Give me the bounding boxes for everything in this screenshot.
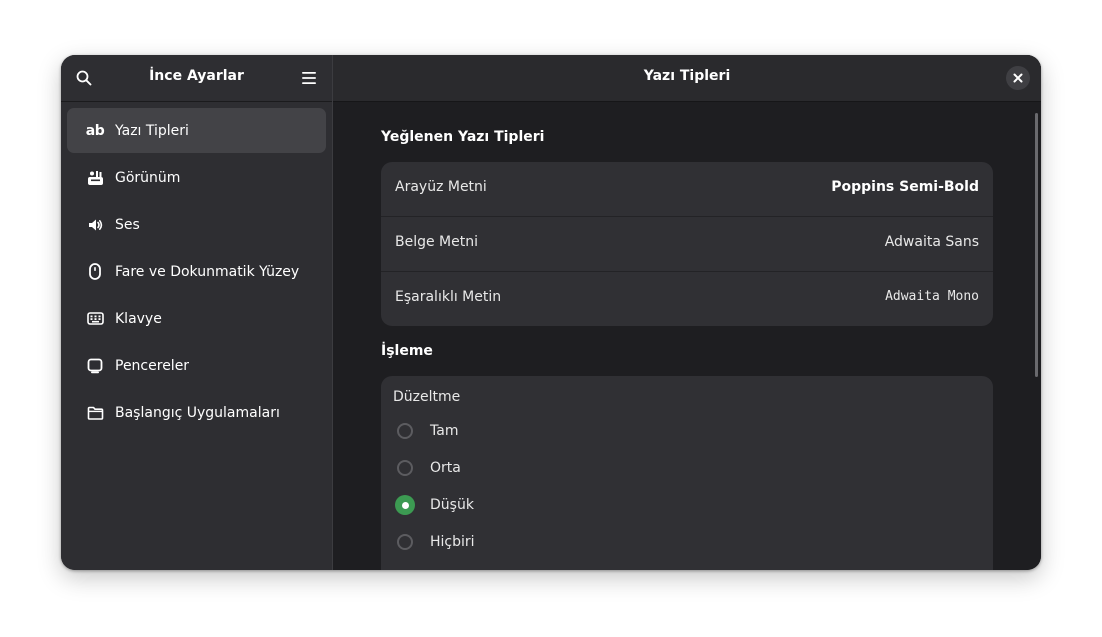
sidebar-title: İnce Ayarlar — [149, 68, 244, 84]
document-text-value: Adwaita Sans — [884, 234, 979, 250]
main-content: Yazı Tipleri Yeğlenen Yazı Tipleri Arayü… — [333, 55, 1041, 570]
radio-label: Düşük — [430, 497, 474, 513]
app-window: İnce Ayarlar ab Yazı Tipleri Görünüm Ses… — [61, 55, 1041, 570]
sidebar-item-appearance[interactable]: Görünüm — [67, 155, 326, 200]
scrollbar[interactable] — [1035, 113, 1038, 377]
font-ab-icon: ab — [85, 122, 105, 139]
hamburger-menu-icon — [301, 71, 317, 85]
radio-button-checked[interactable] — [395, 495, 415, 515]
sidebar-list: ab Yazı Tipleri Görünüm Ses Fare ve Doku… — [67, 108, 326, 437]
hinting-option-none[interactable]: Hiçbiri — [395, 531, 475, 553]
sidebar-item-keyboard[interactable]: Klavye — [67, 296, 326, 341]
keyboard-icon — [86, 310, 104, 328]
hinting-card: Düzeltme Tam Orta Düşük Hiçbiri — [381, 376, 993, 570]
rendering-heading: İşleme — [381, 343, 433, 359]
sidebar-item-label: Fare ve Dokunmatik Yüzey — [115, 263, 300, 280]
sidebar-item-label: Pencereler — [115, 357, 190, 374]
radio-label: Tam — [430, 423, 459, 439]
monospace-text-row[interactable]: Eşaralıklı Metin Adwaita Mono — [381, 272, 993, 326]
main-header: Yazı Tipleri — [333, 55, 1041, 102]
page-title: Yazı Tipleri — [643, 68, 731, 84]
interface-text-value: Poppins Semi-Bold — [831, 179, 979, 195]
sidebar-item-label: Başlangıç Uygulamaları — [115, 404, 280, 421]
window-icon — [86, 357, 104, 375]
hinting-title: Düzeltme — [393, 389, 461, 405]
sidebar-item-label: Ses — [115, 216, 140, 233]
sidebar: İnce Ayarlar ab Yazı Tipleri Görünüm Ses… — [61, 55, 333, 570]
radio-button[interactable] — [397, 423, 413, 439]
interface-text-row[interactable]: Arayüz Metni Poppins Semi-Bold — [381, 162, 993, 217]
sidebar-item-windows[interactable]: Pencereler — [67, 343, 326, 388]
radio-button[interactable] — [397, 534, 413, 550]
sidebar-item-label: Yazı Tipleri — [115, 122, 189, 139]
preferred-fonts-card: Arayüz Metni Poppins Semi-Bold Belge Met… — [381, 162, 993, 326]
hinting-option-medium[interactable]: Orta — [395, 457, 461, 479]
monospace-text-value: Adwaita Mono — [885, 289, 979, 304]
close-button[interactable] — [1006, 66, 1030, 90]
close-icon — [1013, 73, 1023, 83]
radio-label: Hiçbiri — [430, 534, 475, 550]
speaker-icon — [86, 216, 104, 234]
appearance-icon — [86, 169, 104, 187]
document-text-row[interactable]: Belge Metni Adwaita Sans — [381, 217, 993, 272]
radio-button[interactable] — [397, 460, 413, 476]
sidebar-item-mouse-touchpad[interactable]: Fare ve Dokunmatik Yüzey — [67, 249, 326, 294]
sidebar-item-label: Klavye — [115, 310, 162, 327]
monospace-text-label: Eşaralıklı Metin — [395, 289, 502, 305]
sidebar-item-fonts[interactable]: ab Yazı Tipleri — [67, 108, 326, 153]
sidebar-item-startup-apps[interactable]: Başlangıç Uygulamaları — [67, 390, 326, 435]
sidebar-item-label: Görünüm — [115, 169, 181, 186]
folder-icon — [86, 404, 104, 422]
main-menu-button[interactable] — [294, 63, 324, 93]
preferred-fonts-heading: Yeğlenen Yazı Tipleri — [381, 129, 545, 145]
document-text-label: Belge Metni — [395, 234, 479, 250]
interface-text-label: Arayüz Metni — [395, 179, 487, 195]
mouse-icon — [86, 263, 104, 281]
hinting-option-slight[interactable]: Düşük — [395, 494, 474, 516]
radio-label: Orta — [430, 460, 461, 476]
hinting-option-full[interactable]: Tam — [395, 420, 458, 442]
sidebar-header: İnce Ayarlar — [61, 55, 332, 102]
sidebar-item-sound[interactable]: Ses — [67, 202, 326, 247]
